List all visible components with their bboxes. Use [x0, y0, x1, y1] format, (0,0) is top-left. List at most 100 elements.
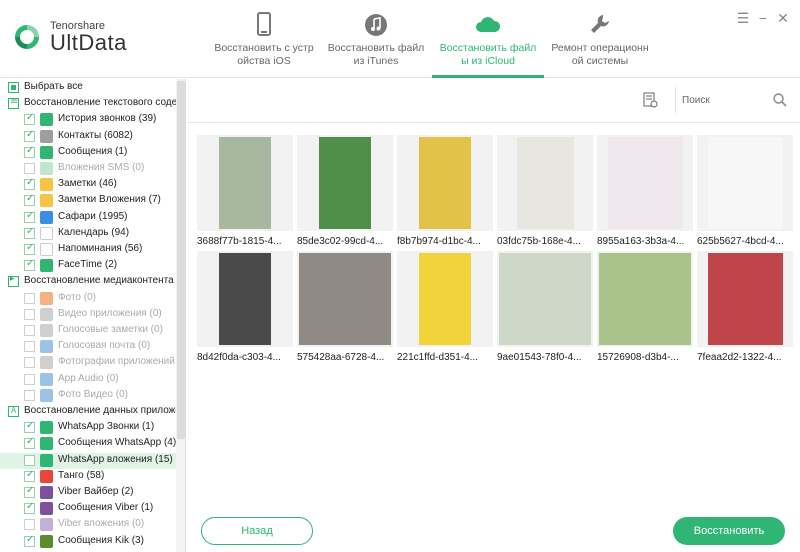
- photo-item[interactable]: 8d42f0da-c303-4...: [197, 251, 293, 363]
- sidebar-item[interactable]: Фото (0): [0, 291, 176, 307]
- tab-recover-icloud[interactable]: Восстановить файл ы из iCloud: [432, 0, 544, 78]
- sidebar-item[interactable]: Сообщения Kik (3): [0, 534, 176, 550]
- sidebar-item[interactable]: Заметки Вложения (7): [0, 193, 176, 209]
- category-icon: [40, 291, 53, 305]
- sidebar-item[interactable]: Видео приложения (0): [0, 307, 176, 323]
- sidebar-scroll-thumb[interactable]: [177, 81, 185, 439]
- item-checkbox[interactable]: [24, 163, 35, 174]
- photo-thumbnail[interactable]: [597, 251, 693, 347]
- item-checkbox[interactable]: [24, 258, 35, 272]
- sidebar-item[interactable]: Сообщения WhatsApp (4): [0, 436, 176, 452]
- close-icon[interactable]: ✕: [776, 10, 790, 27]
- photo-item[interactable]: 625b5627-4bcd-4...: [697, 135, 793, 247]
- search-input[interactable]: [682, 92, 766, 108]
- sidebar-section-header[interactable]: Восстановление текстового содержимого: [0, 96, 176, 112]
- photo-image: [707, 137, 783, 229]
- section-checkbox[interactable]: [8, 274, 19, 288]
- sidebar-item[interactable]: Календарь (94): [0, 226, 176, 242]
- sidebar-item[interactable]: Сообщения (1): [0, 145, 176, 161]
- sidebar-item[interactable]: Сообщения Viber (1): [0, 501, 176, 517]
- photo-item[interactable]: 85de3c02-99cd-4...: [297, 135, 393, 247]
- photo-thumbnail[interactable]: [697, 251, 793, 347]
- item-checkbox[interactable]: [24, 389, 35, 401]
- item-checkbox[interactable]: [24, 373, 35, 385]
- sidebar-item[interactable]: Контакты (6082): [0, 129, 176, 145]
- sidebar-item[interactable]: Голосовые заметки (0): [0, 323, 176, 339]
- sidebar-item[interactable]: Голосовая почта (0): [0, 339, 176, 355]
- item-checkbox[interactable]: [24, 341, 35, 353]
- item-checkbox[interactable]: [24, 357, 35, 369]
- photo-image: [419, 253, 471, 345]
- item-checkbox[interactable]: [24, 534, 35, 547]
- photo-item[interactable]: 03fdc75b-168e-4...: [497, 135, 593, 247]
- item-checkbox[interactable]: [24, 469, 35, 482]
- restore-button[interactable]: Восстановить: [673, 517, 785, 545]
- sidebar-item[interactable]: Напоминания (56): [0, 242, 176, 258]
- minimize-icon[interactable]: −: [756, 10, 770, 26]
- photo-thumbnail[interactable]: [497, 135, 593, 231]
- sidebar-item[interactable]: Сафари (1995): [0, 210, 176, 226]
- item-checkbox[interactable]: [24, 292, 35, 304]
- tab-recover-ios-device[interactable]: Восстановить с устр ойства iOS: [208, 0, 320, 78]
- item-checkbox[interactable]: [24, 436, 35, 450]
- sidebar-item[interactable]: WhatsApp вложения (15): [0, 452, 176, 469]
- sidebar-item[interactable]: Viber Вайбер (2): [0, 485, 176, 501]
- item-checkbox[interactable]: [24, 210, 35, 223]
- select-all-row[interactable]: Выбрать все: [0, 80, 176, 96]
- sidebar-section-header[interactable]: Восстановление медиаконтента: [0, 274, 176, 290]
- item-checkbox[interactable]: [24, 193, 35, 207]
- photo-item[interactable]: f8b7b974-d1bc-4...: [397, 135, 493, 247]
- item-checkbox[interactable]: [24, 129, 35, 142]
- photo-thumbnail[interactable]: [397, 135, 493, 231]
- photo-thumbnail[interactable]: [497, 251, 593, 347]
- item-checkbox[interactable]: [24, 325, 35, 336]
- sidebar-item[interactable]: Танго (58): [0, 469, 176, 485]
- sidebar-item[interactable]: WhatsApp Звонки (1): [0, 420, 176, 436]
- item-checkbox[interactable]: [24, 501, 35, 515]
- item-checkbox[interactable]: [24, 226, 35, 239]
- section-checkbox[interactable]: [8, 406, 19, 417]
- item-checkbox[interactable]: [24, 112, 35, 126]
- section-checkbox[interactable]: [8, 82, 19, 93]
- sidebar-item[interactable]: Фотографии приложений (0): [0, 355, 176, 371]
- item-checkbox[interactable]: [24, 145, 35, 158]
- file-settings-icon[interactable]: [642, 92, 658, 108]
- sidebar-section-header[interactable]: Восстановление данных приложений: [0, 404, 176, 420]
- photo-item[interactable]: 3688f77b-1815-4...: [197, 135, 293, 247]
- category-icon: [40, 421, 53, 435]
- photo-item[interactable]: 7feaa2d2-1322-4...: [697, 251, 793, 363]
- item-checkbox[interactable]: [24, 519, 35, 531]
- sidebar-item[interactable]: Вложения SMS (0): [0, 161, 176, 177]
- item-checkbox[interactable]: [24, 420, 35, 434]
- photo-thumbnail[interactable]: [397, 251, 493, 347]
- tab-repair-os[interactable]: Ремонт операционн ой системы: [544, 0, 656, 78]
- photo-thumbnail[interactable]: [597, 135, 693, 231]
- menu-icon[interactable]: ☰: [736, 10, 750, 27]
- search-icon[interactable]: [772, 92, 788, 108]
- photo-thumbnail[interactable]: [197, 135, 293, 231]
- section-checkbox[interactable]: [8, 96, 19, 110]
- photo-item[interactable]: 15726908-d3b4-...: [597, 251, 693, 363]
- sidebar-item[interactable]: Заметки (46): [0, 177, 176, 193]
- tab-recover-itunes[interactable]: Восстановить файл из iTunes: [320, 0, 432, 78]
- category-icon: [40, 259, 53, 273]
- photo-thumbnail[interactable]: [297, 135, 393, 231]
- back-button[interactable]: Назад: [201, 517, 313, 545]
- photo-item[interactable]: 221c1ffd-d351-4...: [397, 251, 493, 363]
- photo-thumbnail[interactable]: [197, 251, 293, 347]
- photo-item[interactable]: 575428aa-6728-4...: [297, 251, 393, 363]
- photo-item[interactable]: 9ae01543-78f0-4...: [497, 251, 593, 363]
- item-checkbox[interactable]: [24, 242, 35, 255]
- sidebar-item[interactable]: Viber вложения (0): [0, 517, 176, 533]
- sidebar-item[interactable]: Фото Видео (0): [0, 388, 176, 404]
- photo-thumbnail[interactable]: [297, 251, 393, 347]
- sidebar-item[interactable]: App Audio (0): [0, 372, 176, 388]
- item-checkbox[interactable]: [24, 454, 35, 466]
- item-checkbox[interactable]: [24, 485, 35, 498]
- item-checkbox[interactable]: [24, 308, 35, 320]
- photo-thumbnail[interactable]: [697, 135, 793, 231]
- item-checkbox[interactable]: [24, 177, 35, 191]
- sidebar-item[interactable]: История звонков (39): [0, 112, 176, 128]
- sidebar-item[interactable]: FaceTime (2): [0, 258, 176, 274]
- photo-item[interactable]: 8955a163-3b3a-4...: [597, 135, 693, 247]
